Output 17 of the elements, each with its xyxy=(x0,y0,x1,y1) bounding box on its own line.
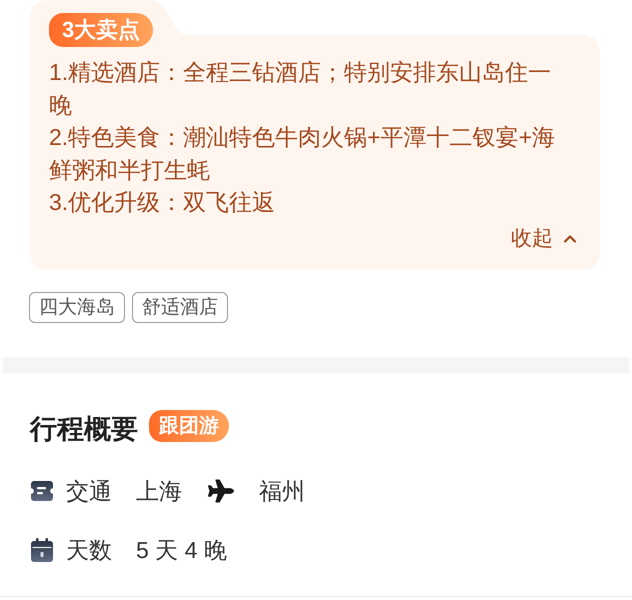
highlight-item: 2.特色美食：潮汕特色牛肉火锅+平潭十二钗宴+海鲜粥和半打生蚝 xyxy=(49,123,556,184)
tour-type-badge: 跟团游 xyxy=(149,410,229,442)
departure-city: 上海 xyxy=(136,476,182,506)
tag: 四大海岛 xyxy=(29,292,125,323)
airplane-icon xyxy=(208,478,234,504)
highlights-badge: 3大卖点 xyxy=(49,13,154,47)
row-label: 天数 xyxy=(66,536,112,565)
calendar-icon xyxy=(31,538,53,562)
tag: 舒适酒店 xyxy=(132,292,228,323)
arrival-city: 福州 xyxy=(259,476,305,506)
highlight-item: 1.精选酒店：全程三钻酒店；特别安排东山岛住一晚 xyxy=(49,58,552,120)
collapse-button[interactable]: 收起 xyxy=(511,226,580,252)
row-label: 交通 xyxy=(66,476,112,506)
ticket-icon xyxy=(31,481,53,501)
highlight-item: 3.优化升级：双飞往返 xyxy=(49,188,276,217)
section-title: 行程概要 xyxy=(30,413,138,445)
duration-value: 5 天 4 晚 xyxy=(136,536,227,565)
